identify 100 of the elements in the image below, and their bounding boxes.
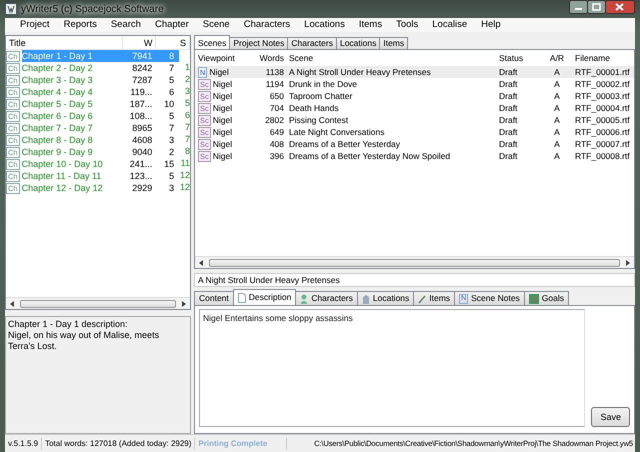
menu-item[interactable]: Search bbox=[104, 18, 148, 32]
column-header[interactable]: Words bbox=[249, 52, 289, 64]
tab[interactable]: Scenes bbox=[194, 35, 230, 49]
menu-item[interactable]: Localise bbox=[425, 18, 474, 32]
square-icon bbox=[528, 294, 539, 304]
column-header[interactable]: A/R bbox=[542, 52, 572, 64]
version-label: v.5.1.5.9 bbox=[5, 438, 42, 450]
description-heading: Chapter 1 - Day 1 description: bbox=[8, 319, 129, 330]
tab[interactable]: Content bbox=[194, 291, 234, 305]
table-cell: 7941 bbox=[124, 50, 156, 62]
chapter-title[interactable]: Chapter 9 - Day 9 bbox=[22, 146, 124, 158]
scroll-right-icon[interactable] bbox=[626, 260, 630, 266]
horizontal-scrollbar[interactable] bbox=[195, 256, 634, 268]
chapter-title[interactable]: Chapter 2 - Day 2 bbox=[22, 62, 124, 74]
menu-item[interactable]: Scene bbox=[196, 18, 237, 32]
scene-title-field[interactable]: A Night Stroll Under Heavy Pretenses bbox=[194, 273, 635, 287]
table-cell-text: 5 bbox=[184, 97, 190, 110]
column-header[interactable]: Status bbox=[499, 52, 542, 64]
scroll-right-icon[interactable] bbox=[182, 300, 186, 306]
table-cell-text: 119... bbox=[129, 86, 154, 98]
tab[interactable]: Characters bbox=[287, 37, 337, 49]
table-cell-text: 3 bbox=[168, 134, 176, 146]
table-cell-text: RTF_00004.rtf bbox=[574, 102, 631, 114]
table-cell-text: Draft bbox=[499, 114, 518, 126]
table-cell-text: 3 bbox=[168, 182, 176, 194]
table-cell-text: 4608 bbox=[131, 134, 154, 146]
table-cell-text: 7 bbox=[184, 133, 190, 146]
tab[interactable]: Characters bbox=[295, 291, 358, 305]
horizontal-scrollbar[interactable] bbox=[6, 297, 190, 309]
menu-item[interactable]: Characters bbox=[236, 18, 298, 32]
table-cell-text: 6 bbox=[168, 86, 176, 98]
table-cell-text: A bbox=[553, 66, 561, 78]
menu-item[interactable]: Help bbox=[474, 18, 508, 32]
table-cell-text: 9040 bbox=[131, 146, 154, 158]
column-header[interactable]: Scene bbox=[289, 52, 499, 64]
chapter-title[interactable]: Chapter 10 - Day 10 bbox=[22, 158, 124, 170]
chapter-title[interactable]: Chapter 11 - Day 11 bbox=[22, 170, 124, 182]
table-cell: Nigel bbox=[212, 126, 232, 138]
chapter-title[interactable]: Chapter 3 - Day 3 bbox=[22, 74, 124, 86]
table-cell-text: 704 bbox=[268, 102, 285, 114]
menu-item[interactable]: Items bbox=[352, 18, 390, 32]
column-header[interactable]: Viewpoint bbox=[195, 52, 249, 64]
tab[interactable]: Goals bbox=[524, 291, 570, 305]
scroll-left-icon[interactable] bbox=[199, 260, 203, 266]
table-cell-text: 8965 bbox=[131, 122, 154, 134]
menu-item[interactable]: Chapter bbox=[148, 18, 196, 32]
tab[interactable]: Project Notes bbox=[229, 37, 288, 49]
tab[interactable]: Locations bbox=[356, 291, 414, 305]
window-title: yWriter5 (c) Spacejock Software bbox=[21, 2, 164, 16]
column-header[interactable]: Filename bbox=[572, 52, 634, 64]
table-cell-text: 650 bbox=[268, 90, 285, 102]
table-cell-text: RTF_00008.rtf bbox=[574, 150, 631, 162]
table-cell-text: 5 bbox=[168, 110, 176, 122]
save-button[interactable]: Save bbox=[591, 407, 630, 427]
table-cell-text: Draft bbox=[499, 78, 518, 90]
table-cell-text: 7 bbox=[168, 122, 176, 134]
table-cell-text: 123... bbox=[128, 170, 154, 182]
table-cell-text: Draft bbox=[499, 66, 518, 78]
table-cell-text: A bbox=[553, 150, 561, 162]
window-controls-drawing[interactable] bbox=[569, 0, 635, 14]
tab[interactable]: Items bbox=[413, 291, 456, 305]
page-icon bbox=[238, 292, 246, 302]
description-text: Nigel, on his way out of Malise, meets Terra's Lost. bbox=[8, 330, 160, 352]
tab[interactable]: Locations bbox=[336, 37, 380, 49]
menu-item[interactable]: Project bbox=[13, 18, 57, 32]
table-cell-text: 7 bbox=[168, 62, 176, 74]
table-cell-text: A bbox=[553, 78, 561, 90]
menu-item[interactable]: Reports bbox=[56, 18, 104, 32]
pencil-icon bbox=[418, 294, 426, 304]
table-cell-text: RTF_00006.rtf bbox=[574, 126, 631, 138]
menu-item[interactable]: Locations bbox=[297, 18, 352, 32]
menu-item[interactable]: Tools bbox=[389, 18, 426, 32]
building-icon bbox=[362, 294, 370, 304]
chapter-title[interactable]: Chapter 4 - Day 4 bbox=[22, 86, 124, 98]
table-cell-text: 1138 bbox=[264, 66, 285, 78]
table-cell: Nigel bbox=[212, 150, 232, 162]
chapter-title[interactable]: Chapter 8 - Day 8 bbox=[22, 134, 124, 146]
tab[interactable]: Items bbox=[379, 37, 408, 49]
table-cell-text: 187... bbox=[128, 98, 154, 110]
table-cell-text: Draft bbox=[499, 126, 518, 138]
table-cell: 8 bbox=[155, 50, 180, 62]
table-cell-text: 12 bbox=[179, 181, 190, 194]
table-cell-text: 2929 bbox=[131, 182, 154, 194]
table-cell-text: Draft bbox=[499, 150, 518, 162]
chapter-title[interactable]: Chapter 12 - Day 12 bbox=[22, 182, 124, 194]
table-cell-text: 11 bbox=[180, 157, 190, 170]
table-cell-text: 108... bbox=[128, 110, 154, 122]
table-cell: Nigel bbox=[212, 78, 232, 90]
tab[interactable]: Description bbox=[232, 289, 296, 305]
chapter-title[interactable]: Chapter 7 - Day 7 bbox=[22, 122, 124, 134]
table-cell-text: RTF_00001.rtf bbox=[574, 66, 631, 78]
table-cell-text: Draft bbox=[499, 90, 518, 102]
app-icon bbox=[5, 3, 17, 15]
scene-description-field[interactable]: Nigel Entertains some sloppy assassins bbox=[199, 309, 586, 427]
scroll-left-icon[interactable] bbox=[10, 300, 14, 306]
table-cell-text: Late Night Conversations bbox=[289, 126, 386, 138]
table-cell-text: 241... bbox=[128, 158, 154, 170]
chapter-title[interactable]: Chapter 5 - Day 5 bbox=[22, 98, 124, 110]
table-cell: Nigel bbox=[209, 66, 229, 78]
chapter-title[interactable]: Chapter 6 - Day 6 bbox=[22, 110, 124, 122]
